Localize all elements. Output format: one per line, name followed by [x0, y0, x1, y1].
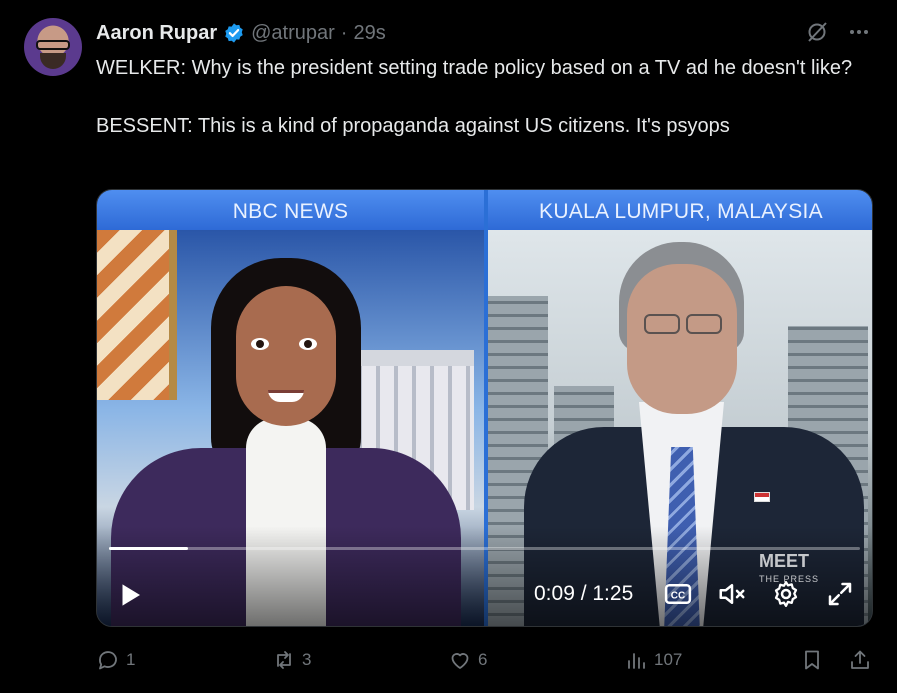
- views-button[interactable]: 107: [624, 648, 682, 672]
- more-icon[interactable]: [847, 20, 871, 44]
- captions-icon[interactable]: CC: [663, 579, 693, 609]
- progress-bar[interactable]: [109, 547, 860, 550]
- views-count: 107: [654, 650, 683, 669]
- reply-button[interactable]: 1: [96, 648, 135, 672]
- settings-icon[interactable]: [771, 579, 801, 609]
- svg-text:CC: CC: [671, 590, 685, 601]
- tweet-time[interactable]: 29s: [353, 22, 385, 45]
- video-timecode: 0:09 / 1:25: [534, 582, 634, 605]
- separator-dot: ·: [340, 21, 348, 44]
- grok-icon[interactable]: [805, 20, 829, 44]
- like-count: 6: [478, 650, 488, 669]
- reply-count: 1: [126, 650, 136, 669]
- fullscreen-icon[interactable]: [825, 579, 855, 609]
- muted-volume-icon[interactable]: [717, 579, 747, 609]
- like-button[interactable]: 6: [448, 648, 487, 672]
- avatar-beard: [40, 53, 66, 69]
- tweet: Aaron Rupar @atrupar · 29s WELKER: Why i…: [0, 0, 897, 693]
- like-icon: [451, 653, 469, 669]
- repost-count: 3: [302, 650, 312, 669]
- bookmark-button[interactable]: [800, 648, 824, 672]
- repost-icon: [277, 651, 291, 669]
- left-pane-label: NBC NEWS: [97, 190, 484, 230]
- author-handle[interactable]: @atrupar: [251, 22, 335, 45]
- tweet-top-icons: [805, 20, 871, 44]
- right-pane-label: KUALA LUMPUR, MALAYSIA: [488, 190, 872, 230]
- author-name[interactable]: Aaron Rupar: [96, 22, 217, 45]
- controls-overlay: [97, 526, 872, 626]
- video-player[interactable]: NBC NEWS KUALA LUMPUR, MALAYSIA 0:09 / 1…: [96, 189, 873, 627]
- tweet-actions: 1 3 6 107: [96, 648, 873, 676]
- tweet-text: WELKER: Why is the president setting tra…: [96, 57, 853, 137]
- share-button[interactable]: [848, 648, 872, 672]
- tweet-header: Aaron Rupar @atrupar · 29s: [96, 20, 386, 46]
- progress-fill: [109, 547, 188, 550]
- repost-button[interactable]: 3: [272, 648, 311, 672]
- avatar-glasses: [36, 40, 70, 50]
- avatar[interactable]: [24, 18, 82, 76]
- logo-main-text: MEET: [759, 551, 810, 571]
- bookmark-icon: [805, 650, 819, 670]
- play-icon[interactable]: [115, 580, 145, 610]
- views-icon: [628, 653, 645, 669]
- reply-icon: [99, 651, 117, 670]
- share-icon: [851, 650, 869, 669]
- verified-badge-icon: [225, 23, 243, 43]
